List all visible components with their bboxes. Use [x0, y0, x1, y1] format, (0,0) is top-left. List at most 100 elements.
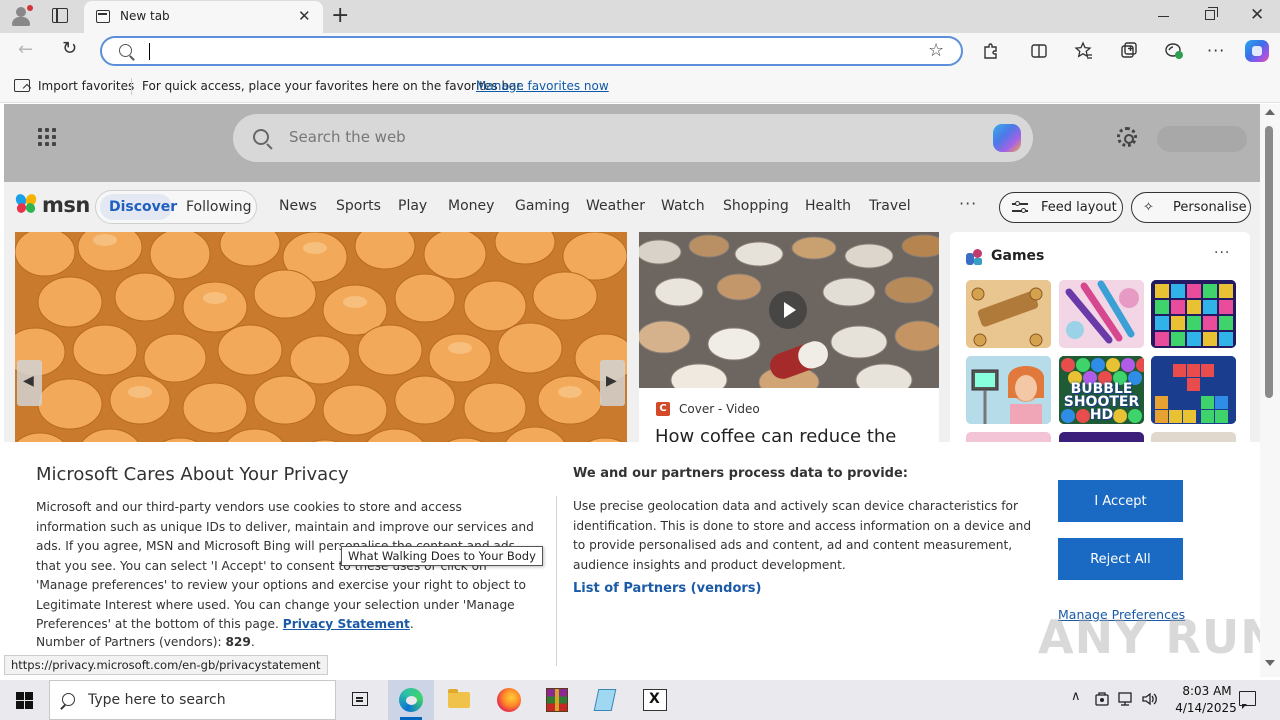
minimize-button[interactable]: [1158, 8, 1170, 22]
msn-butterfly-icon: [13, 192, 39, 215]
game-tile-makeup[interactable]: [1059, 280, 1144, 348]
sign-in-button[interactable]: [1157, 126, 1247, 152]
reject-all-button[interactable]: Reject All: [1058, 538, 1183, 580]
tab-title: New tab: [120, 9, 170, 23]
app-launcher-icon[interactable]: [38, 128, 58, 148]
game-tile-hospital[interactable]: [966, 356, 1051, 424]
clock-date[interactable]: 4/14/2025: [1168, 701, 1244, 715]
carousel-next-button[interactable]: ▶: [600, 360, 625, 406]
notification-center-icon[interactable]: [1239, 691, 1256, 709]
jewels-image: [1151, 280, 1236, 348]
nav-money[interactable]: Money: [448, 198, 494, 214]
copilot-search-icon[interactable]: [993, 124, 1021, 152]
import-favorites-button[interactable]: Import favorites: [38, 79, 134, 93]
data-processing-body: Use precise geolocation data and activel…: [573, 499, 1032, 572]
scrollbar-thumb[interactable]: [1265, 126, 1273, 398]
tab-new-tab[interactable]: New tab ✕: [84, 1, 323, 33]
collections-icon[interactable]: [1119, 41, 1139, 61]
nav-health[interactable]: Health: [805, 198, 851, 214]
screen: New tab ✕ + ✕ ← ↻ ☆ ··· Import favorites…: [0, 0, 1280, 720]
notepad-icon: [593, 689, 617, 711]
clock-time[interactable]: 8:03 AM: [1172, 684, 1242, 698]
new-tab-button[interactable]: +: [331, 3, 349, 29]
sparkle-icon: ✧: [1143, 200, 1154, 215]
address-bar[interactable]: ☆: [100, 36, 963, 66]
taskbar-notepad[interactable]: [583, 680, 629, 720]
nav-more-button[interactable]: ···: [959, 194, 977, 213]
page-scrollbar[interactable]: [1260, 104, 1280, 677]
msn-nav: msn Discover Following News Sports Play …: [4, 182, 1260, 232]
privacy-statement-link[interactable]: Privacy Statement: [283, 617, 410, 631]
browser-essentials-icon[interactable]: [1163, 41, 1185, 61]
screw-puzzle-image: [966, 280, 1051, 348]
carousel-prev-button[interactable]: ◀: [17, 360, 42, 406]
source-logo-icon: C: [656, 402, 670, 416]
favorites-icon[interactable]: [1074, 41, 1094, 61]
window-close-button[interactable]: ✕: [1250, 5, 1264, 25]
restore-button[interactable]: [1205, 7, 1218, 20]
taskbar-file-explorer[interactable]: [436, 680, 482, 720]
scroll-down-arrow-icon[interactable]: [1265, 660, 1275, 666]
scroll-up-arrow-icon[interactable]: [1265, 109, 1275, 115]
settings-more-icon[interactable]: ···: [1207, 41, 1225, 60]
split-screen-icon[interactable]: [1030, 42, 1048, 60]
network-icon[interactable]: [1117, 690, 1135, 708]
feed-layout-button[interactable]: Feed layout: [999, 192, 1123, 223]
nav-gaming[interactable]: Gaming: [515, 198, 570, 214]
excel-icon: [643, 689, 667, 711]
windows-start-icon[interactable]: [16, 692, 33, 709]
accept-button[interactable]: I Accept: [1058, 480, 1183, 522]
play-video-button[interactable]: [769, 291, 807, 329]
nav-travel[interactable]: Travel: [869, 198, 911, 214]
taskbar-edge[interactable]: [388, 680, 434, 720]
volume-icon[interactable]: [1141, 690, 1159, 708]
tab-discover[interactable]: Discover: [109, 199, 177, 215]
blocks-image: [1151, 356, 1236, 424]
nav-news[interactable]: News: [279, 198, 317, 214]
nav-play[interactable]: Play: [398, 198, 427, 214]
web-search-box[interactable]: Search the web: [233, 114, 1033, 162]
search-icon: [119, 44, 132, 57]
profile-icon[interactable]: [10, 5, 33, 27]
consent-body: Microsoft and our third-party vendors us…: [36, 498, 536, 635]
games-more-button[interactable]: ···: [1214, 245, 1230, 261]
tray-overflow-chevron-icon[interactable]: ∧: [1071, 689, 1081, 704]
taskbar-search-box[interactable]: Type here to search: [49, 680, 336, 720]
refresh-button[interactable]: ↻: [62, 38, 77, 59]
tab-close-button[interactable]: ✕: [298, 7, 311, 25]
game-tile-bubble-shooter[interactable]: BUBBLE SHOOTER HD: [1059, 356, 1144, 424]
taskbar-excel[interactable]: [632, 680, 678, 720]
extensions-icon[interactable]: [982, 42, 1000, 60]
msn-header: Search the web: [4, 104, 1260, 182]
nav-sports[interactable]: Sports: [336, 198, 381, 214]
taskbar-winrar[interactable]: [534, 680, 580, 720]
address-input[interactable]: [146, 42, 906, 60]
taskbar-firefox[interactable]: [486, 680, 532, 720]
manage-favorites-link[interactable]: Manage favorites now: [476, 79, 609, 93]
edge-icon: [399, 688, 423, 712]
text-caret: [149, 43, 150, 60]
taskbar-search-placeholder: Type here to search: [88, 692, 226, 708]
consent-divider: [556, 496, 557, 666]
copilot-icon[interactable]: [1245, 40, 1269, 62]
nav-weather[interactable]: Weather: [586, 198, 645, 214]
period: .: [250, 635, 255, 649]
favorite-star-icon[interactable]: ☆: [928, 40, 944, 61]
gear-icon[interactable]: [1117, 127, 1137, 147]
tab-actions-icon[interactable]: [52, 8, 68, 23]
personalise-label: Personalise: [1173, 200, 1247, 215]
period: .: [409, 617, 414, 631]
game-tile-screw-puzzle[interactable]: [966, 280, 1051, 348]
game-tile-jewels[interactable]: [1151, 280, 1236, 348]
nav-shopping[interactable]: Shopping: [723, 198, 789, 214]
game-tile-blocks[interactable]: [1151, 356, 1236, 424]
security-icon[interactable]: [1094, 690, 1110, 708]
card-source: Cover - Video: [679, 402, 760, 416]
task-view-button[interactable]: [337, 680, 383, 720]
list-of-partners-link[interactable]: List of Partners (vendors): [573, 581, 761, 596]
tab-bar: New tab ✕ + ✕: [0, 0, 1280, 33]
nav-watch[interactable]: Watch: [661, 198, 705, 214]
personalise-button[interactable]: ✧ Personalise: [1131, 192, 1251, 223]
tab-following[interactable]: Following: [186, 199, 252, 215]
back-button[interactable]: ←: [18, 39, 33, 60]
